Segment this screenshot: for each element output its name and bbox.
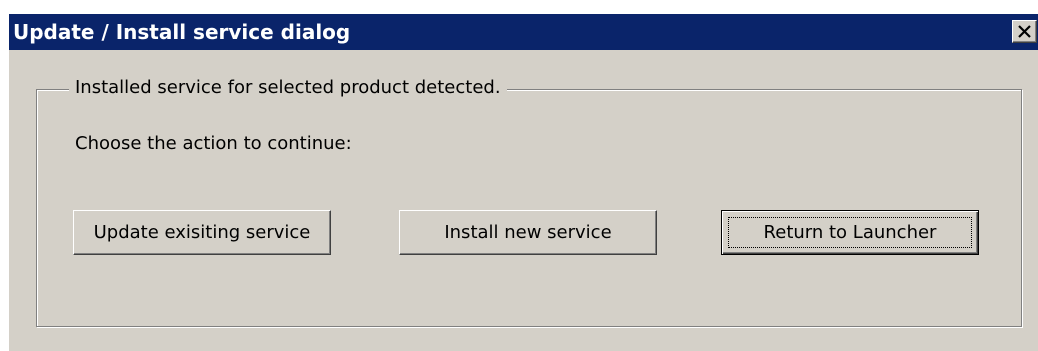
- title-bar[interactable]: Update / Install service dialog: [9, 14, 1038, 50]
- action-prompt: Choose the action to continue:: [75, 133, 352, 154]
- update-existing-service-label: Update exisiting service: [93, 222, 311, 243]
- close-button[interactable]: [1012, 20, 1037, 43]
- window-title: Update / Install service dialog: [13, 20, 351, 44]
- dialog-window: Update / Install service dialog Installe…: [8, 14, 1038, 351]
- group-legend: Installed service for selected product d…: [69, 76, 507, 100]
- install-new-service-label: Install new service: [444, 222, 612, 243]
- install-new-service-button[interactable]: Install new service: [399, 210, 657, 255]
- action-groupbox: [36, 89, 1022, 327]
- update-existing-service-button[interactable]: Update exisiting service: [73, 210, 331, 255]
- return-to-launcher-label: Return to Launcher: [763, 222, 937, 243]
- close-icon: [1018, 25, 1031, 38]
- return-to-launcher-button[interactable]: Return to Launcher: [721, 210, 979, 255]
